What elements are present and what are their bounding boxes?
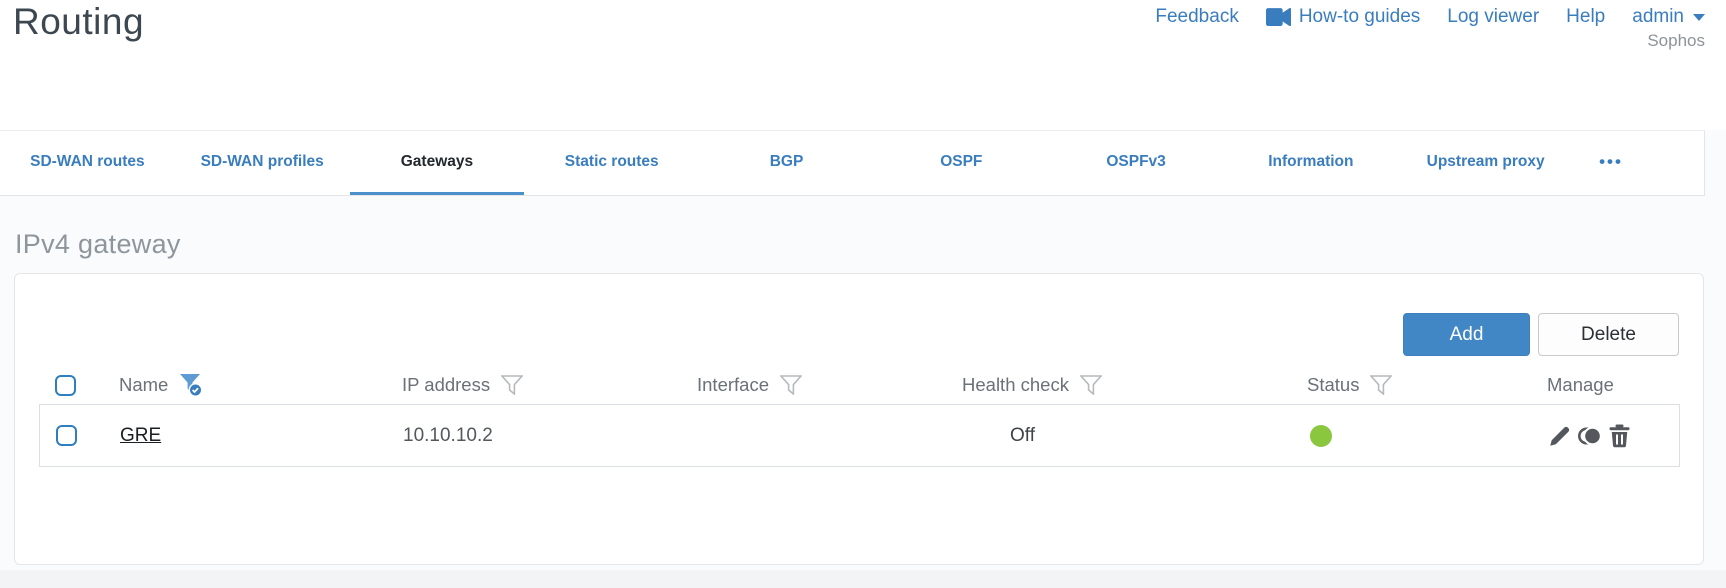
tab-upstream-proxy[interactable]: Upstream proxy — [1398, 131, 1573, 195]
tabs-overflow-button[interactable]: ••• — [1573, 131, 1649, 195]
health-check-filter-icon[interactable] — [1079, 375, 1102, 395]
tab-ospf[interactable]: OSPF — [874, 131, 1049, 195]
ip-address-filter-icon[interactable] — [501, 375, 524, 395]
brand-label: Sophos — [1647, 31, 1705, 50]
nav-how-to-guides[interactable]: How-to guides — [1265, 6, 1420, 28]
column-header-manage: Manage — [1547, 374, 1614, 395]
top-navigation: Feedback How-to guides Log viewer Help a… — [1155, 6, 1706, 28]
gateway-ip-cell: 10.10.10.2 — [403, 424, 493, 446]
delete-button[interactable]: Delete — [1538, 313, 1679, 356]
content-area: IPv4 gateway Add Delete Name IP address … — [0, 196, 1726, 570]
row-checkbox[interactable] — [56, 425, 77, 446]
column-header-ip-address: IP address — [386, 374, 681, 396]
column-header-interface: Interface — [681, 374, 946, 396]
select-all-checkbox[interactable] — [55, 374, 76, 396]
add-button[interactable]: Add — [1403, 313, 1530, 356]
user-menu[interactable]: admin — [1632, 6, 1706, 28]
header-checkbox-cell — [39, 374, 101, 396]
gateway-name-cell: GRE — [102, 425, 387, 447]
delete-icon[interactable] — [1608, 424, 1631, 448]
toolbar: Add Delete — [1403, 313, 1679, 356]
gateway-health-cell: Off — [1010, 424, 1035, 446]
page-bottom-strip — [0, 570, 1726, 588]
edit-icon[interactable] — [1548, 424, 1572, 448]
column-header-status: Status — [1291, 374, 1531, 396]
nav-help[interactable]: Help — [1566, 6, 1605, 28]
gateway-name-link[interactable]: GRE — [120, 425, 161, 447]
nav-log-viewer[interactable]: Log viewer — [1447, 6, 1539, 28]
column-header-name: Name — [101, 373, 386, 398]
gateway-status-cell — [1292, 424, 1532, 447]
caret-down-icon — [1692, 13, 1706, 22]
ipv4-gateway-card: Add Delete Name IP address Interface Hea… — [14, 273, 1704, 565]
top-bar: Routing Feedback How-to guides Log viewe… — [0, 0, 1726, 130]
gateway-manage-cell — [1532, 424, 1679, 448]
tab-bgp[interactable]: BGP — [699, 131, 874, 195]
clone-icon[interactable] — [1577, 424, 1603, 448]
tab-ospfv3[interactable]: OSPFv3 — [1049, 131, 1224, 195]
routing-tab-bar: SD-WAN routes SD-WAN profiles Gateways S… — [0, 130, 1705, 196]
tab-sd-wan-routes[interactable]: SD-WAN routes — [0, 131, 175, 195]
row-checkbox-cell — [40, 425, 102, 446]
gateways-table: Name IP address Interface Health check S… — [39, 366, 1680, 467]
name-filter-icon[interactable] — [179, 373, 208, 398]
tab-static-routes[interactable]: Static routes — [524, 131, 699, 195]
page-title: Routing — [13, 1, 145, 42]
interface-filter-icon[interactable] — [780, 375, 802, 395]
column-header-health-check: Health check — [946, 374, 1291, 396]
nav-feedback[interactable]: Feedback — [1155, 6, 1238, 28]
table-row: GRE 10.10.10.2 Off — [39, 404, 1680, 467]
video-camera-icon — [1265, 7, 1291, 27]
tab-sd-wan-profiles[interactable]: SD-WAN profiles — [175, 131, 350, 195]
status-dot — [1310, 424, 1332, 447]
tab-information[interactable]: Information — [1223, 131, 1398, 195]
section-title: IPv4 gateway — [15, 229, 181, 259]
status-filter-icon[interactable] — [1370, 375, 1393, 395]
tab-gateways[interactable]: Gateways — [349, 131, 525, 195]
table-header-row: Name IP address Interface Health check S… — [39, 366, 1680, 404]
